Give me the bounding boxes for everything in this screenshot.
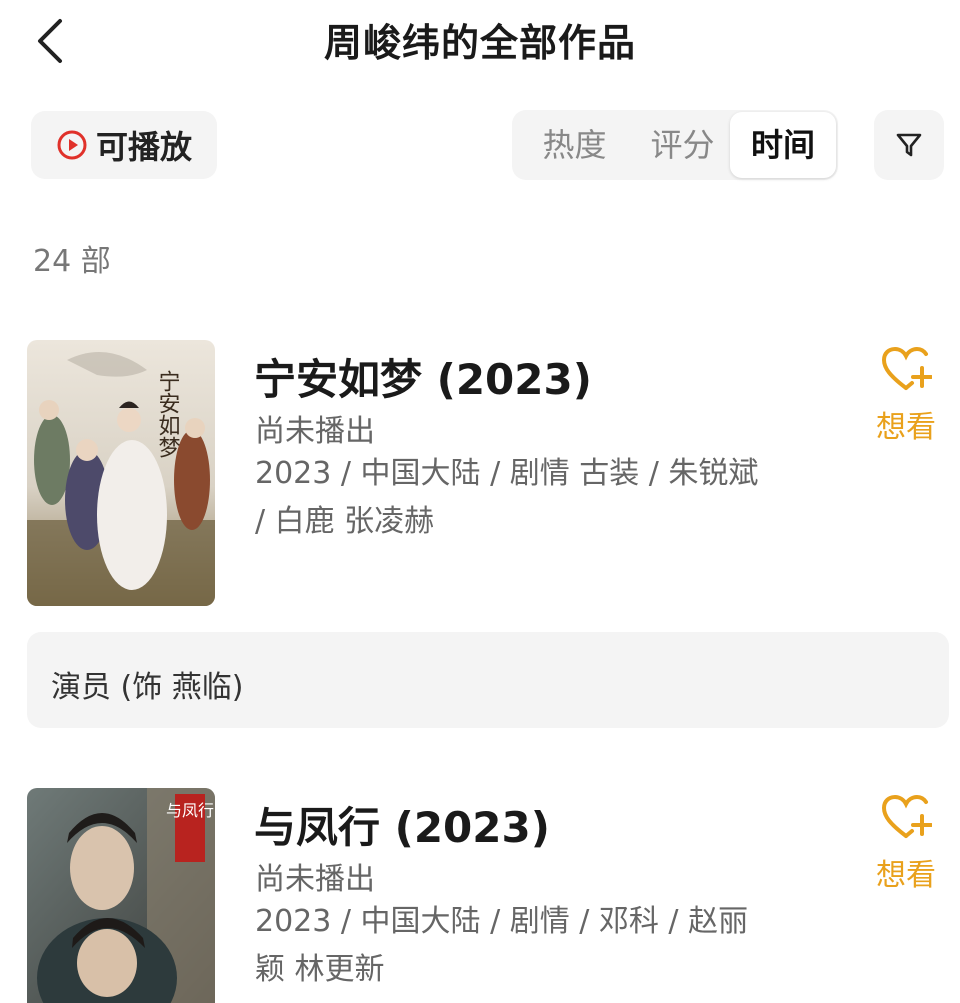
want-to-watch-label: 想看 xyxy=(876,858,936,893)
film-meta: 2023 / 中国大陆 / 剧情 / 邓科 / 赵丽颖 林更新 xyxy=(255,904,749,987)
tab-time[interactable]: 时间 xyxy=(730,112,836,178)
film-meta: 2023 / 中国大陆 / 剧情 古装 / 朱锐斌 / 白鹿 张凌赫 xyxy=(255,456,759,539)
want-to-watch-button[interactable]: 想看 xyxy=(872,346,940,446)
poster-image: 宁安如梦 xyxy=(27,340,215,606)
film-poster[interactable]: 宁安如梦 xyxy=(27,340,215,606)
result-count: 24 部 xyxy=(33,244,111,279)
film-title[interactable]: 与凤行 (2023) xyxy=(254,794,550,855)
header: 周峻纬的全部作品 xyxy=(0,0,960,90)
playable-filter-button[interactable]: 可播放 xyxy=(31,111,217,179)
poster-title-text: 与凤行 xyxy=(166,801,214,820)
film-title[interactable]: 宁安如梦 (2023) xyxy=(254,346,592,407)
film-status: 尚未播出 xyxy=(255,862,375,897)
filter-funnel-icon xyxy=(896,133,922,157)
role-text: 演员 (饰 燕临) xyxy=(51,670,244,705)
tab-rating[interactable]: 评分 xyxy=(630,110,735,180)
heart-plus-icon xyxy=(881,794,932,838)
want-to-watch-label: 想看 xyxy=(876,410,936,445)
poster-image: 与凤行 xyxy=(27,788,215,1003)
playable-label: 可播放 xyxy=(95,128,192,166)
film-poster[interactable]: 与凤行 xyxy=(27,788,215,1003)
play-circle-icon xyxy=(57,130,87,160)
page-title: 周峻纬的全部作品 xyxy=(323,21,636,65)
want-to-watch-button[interactable]: 想看 xyxy=(872,794,940,894)
role-info: 演员 (饰 燕临) xyxy=(27,632,949,728)
film-status: 尚未播出 xyxy=(255,414,375,449)
tab-popularity[interactable]: 热度 xyxy=(522,110,627,180)
poster-title-text: 宁安如梦 xyxy=(155,370,181,458)
sort-tabs: 热度 评分 时间 xyxy=(512,110,838,180)
heart-plus-icon xyxy=(881,346,932,390)
filter-button[interactable] xyxy=(874,110,944,180)
